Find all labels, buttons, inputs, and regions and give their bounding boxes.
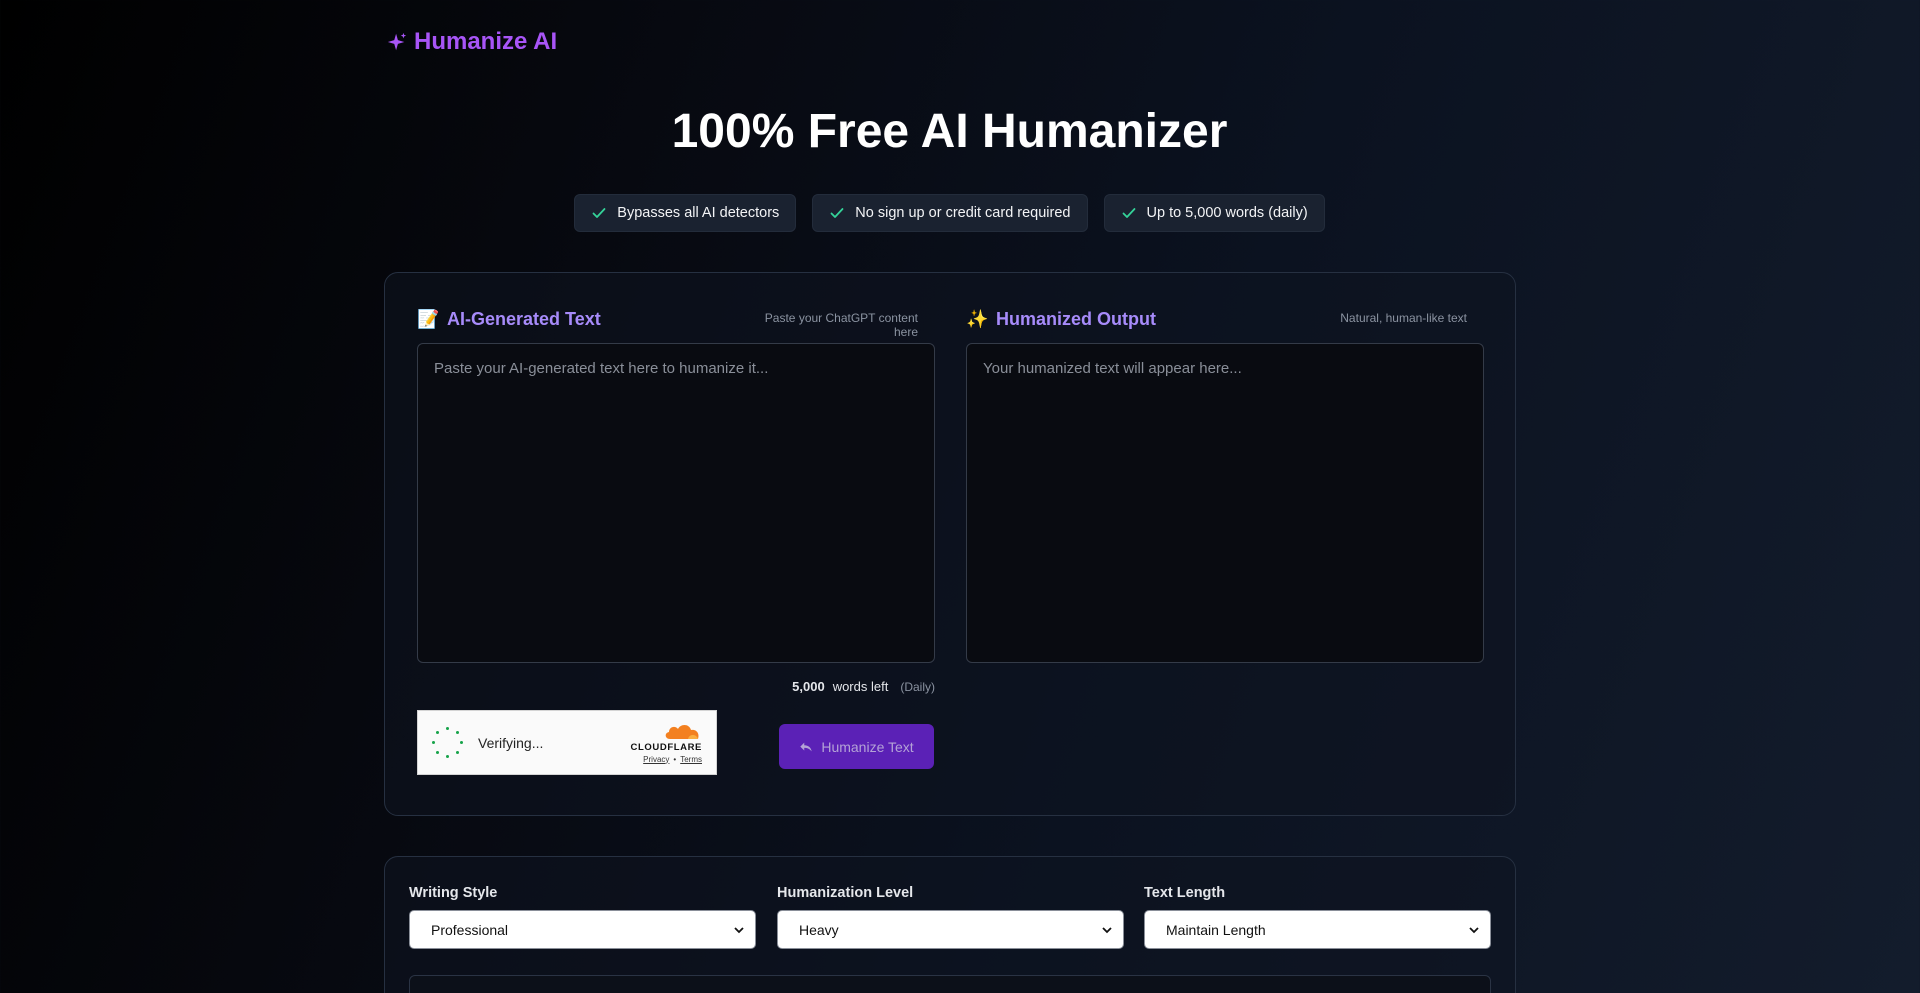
cloudflare-logo: CLOUDFLARE Privacy • Terms [631,722,702,764]
text-length-value: Maintain Length [1166,921,1266,938]
check-icon [1122,208,1135,218]
feature-pill: Bypasses all AI detectors [574,194,797,232]
cloud-icon [665,724,699,739]
feature-list: Bypasses all AI detectors No sign up or … [0,194,1899,232]
humanization-level-select[interactable]: Heavy [777,910,1124,949]
output-header: ✨ Humanized Output [966,309,1156,330]
writing-style-select[interactable]: Professional [409,910,756,949]
output-subtitle: Natural, human-like text [1340,311,1467,325]
humanization-level-option: Humanization Level Heavy [777,885,1124,949]
privacy-link[interactable]: Privacy [643,755,669,764]
words-period: (Daily) [900,680,935,694]
humanization-level-value: Heavy [799,921,839,938]
words-left-count: 5,000 [792,679,825,694]
humanization-level-label: Humanization Level [777,885,914,901]
humanize-button[interactable]: Humanize Text [779,724,934,769]
options-panel: Writing Style Professional Humanization … [384,856,1516,993]
terms-link[interactable]: Terms [680,755,702,764]
humanizer-panel: 📝 AI-Generated Text Paste your ChatGPT c… [384,272,1516,816]
feature-label: Up to 5,000 words (daily) [1146,205,1308,221]
text-length-label: Text Length [1144,885,1226,901]
humanized-output[interactable] [966,343,1484,663]
output-title: Humanized Output [996,309,1156,329]
sparkles-icon: ✨ [966,309,989,329]
words-left-label: words left [832,679,889,694]
memo-icon: 📝 [417,309,440,329]
feature-label: Bypasses all AI detectors [617,205,780,221]
spinner-icon [432,726,464,759]
feature-pill: No sign up or credit card required [812,194,1088,232]
captcha-links: Privacy • Terms [643,755,702,764]
chevron-down-icon [734,926,744,933]
feature-pill: Up to 5,000 words (daily) [1103,194,1325,232]
check-icon [830,208,844,218]
cloudflare-wordmark: CLOUDFLARE [630,741,702,753]
ai-text-input[interactable] [417,343,935,663]
text-length-option: Text Length Maintain Length [1144,885,1491,949]
chevron-down-icon [1469,926,1479,933]
writing-style-value: Professional [431,921,509,938]
feature-label: No sign up or credit card required [855,205,1071,221]
reply-arrow-icon [800,742,813,751]
word-counter: 5,000 words left (Daily) [417,679,935,694]
brand-name: Humanize AI [414,28,558,55]
chevron-down-icon [1102,926,1112,933]
humanize-button-label: Humanize Text [821,738,914,755]
input-header: 📝 AI-Generated Text [417,309,601,330]
check-icon [592,208,606,218]
input-subtitle: Paste your ChatGPT content here [764,311,918,339]
text-length-select[interactable]: Maintain Length [1144,910,1491,949]
writing-style-label: Writing Style [409,885,498,901]
brand-logo[interactable]: Humanize AI [386,28,557,56]
additional-option-field[interactable] [409,975,1491,993]
writing-style-option: Writing Style Professional [409,885,756,949]
sparkle-icon [387,32,407,51]
captcha-status: Verifying... [478,734,544,751]
page-title: 100% Free AI Humanizer [671,105,1228,158]
link-separator: • [673,754,677,764]
captcha-widget[interactable]: Verifying... CLOUDFLARE Privacy • Terms [417,710,717,775]
input-title: AI-Generated Text [447,309,601,329]
